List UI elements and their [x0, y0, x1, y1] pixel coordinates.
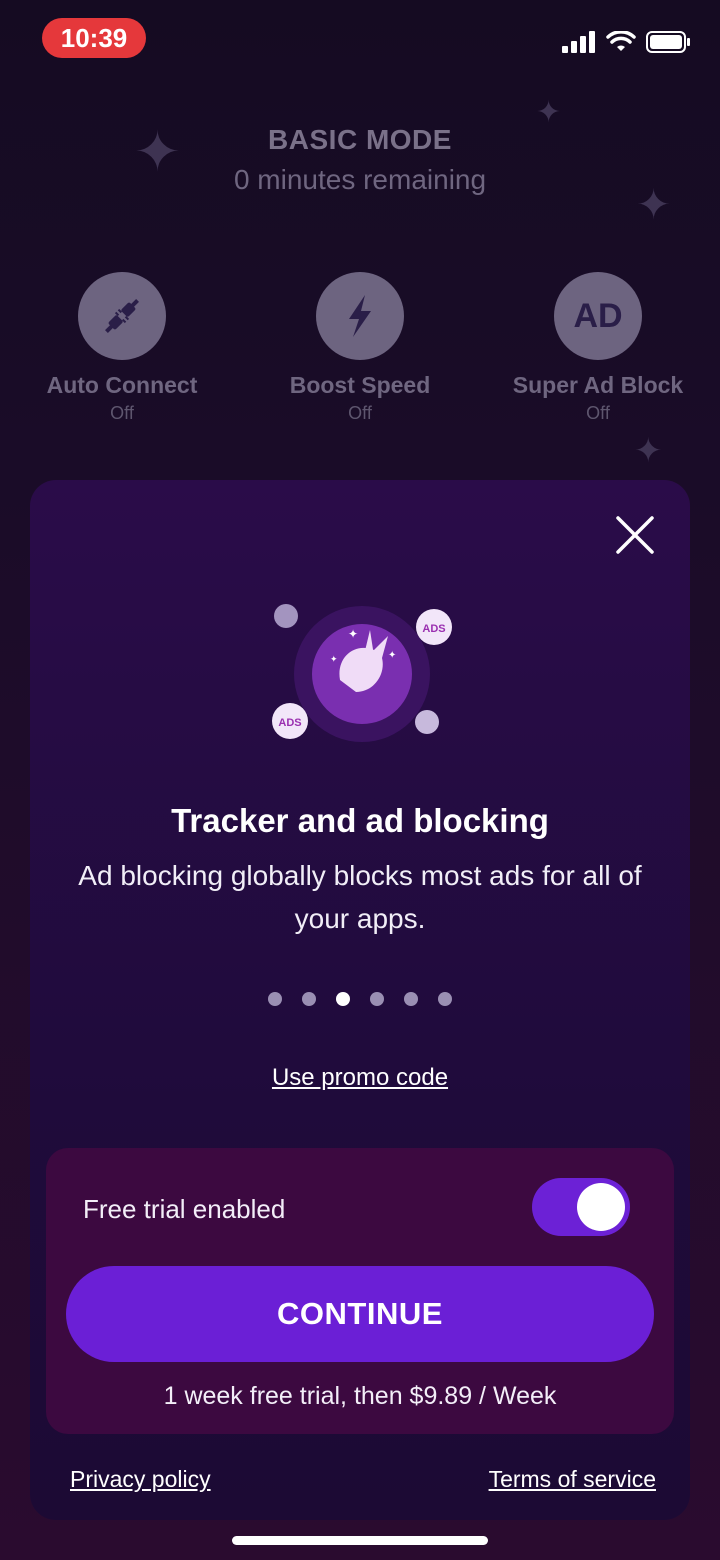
svg-text:✦: ✦	[388, 650, 396, 661]
privacy-policy-link[interactable]: Privacy policy	[70, 1466, 211, 1493]
page-dot[interactable]	[370, 992, 384, 1006]
ad-icon-text: AD	[573, 296, 623, 335]
modal-title: Tracker and ad blocking	[171, 802, 549, 839]
trial-price-info: 1 week free trial, then $9.89 / Week	[163, 1382, 557, 1410]
plug-icon	[78, 272, 166, 360]
ad-icon: AD	[554, 272, 642, 360]
status-icons	[562, 30, 692, 54]
svg-text:✦: ✦	[330, 654, 338, 664]
status-bar: 10:39	[0, 0, 720, 80]
modal-description: Ad blocking globally blocks most ads for…	[78, 860, 642, 934]
status-time: 10:39	[42, 18, 146, 58]
close-icon	[616, 516, 654, 554]
feature-super-ad-block[interactable]: AD Super Ad Block Off	[488, 272, 708, 424]
remaining-time: 0 minutes remaining	[233, 164, 487, 195]
page-dot[interactable]	[268, 992, 282, 1006]
page-dot-active[interactable]	[336, 992, 350, 1006]
toggle-knob	[577, 1183, 625, 1231]
promo-code-link[interactable]: Use promo code	[30, 1064, 690, 1092]
feature-auto-connect[interactable]: Auto Connect Off	[12, 272, 232, 424]
pagination-dots	[30, 992, 690, 1006]
battery-icon	[646, 31, 690, 53]
page-dot[interactable]	[438, 992, 452, 1006]
free-trial-toggle[interactable]	[532, 1178, 630, 1236]
feature-label: Auto Connect	[46, 372, 198, 398]
feature-boost-speed[interactable]: Boost Speed Off	[250, 272, 470, 424]
svg-text:✦: ✦	[348, 627, 358, 641]
page-dot[interactable]	[302, 992, 316, 1006]
page-dot[interactable]	[404, 992, 418, 1006]
sparkle-icon: ✦	[634, 432, 663, 470]
continue-button[interactable]: CONTINUE	[66, 1266, 654, 1362]
mode-title: BASIC MODE	[268, 124, 452, 155]
feature-label: Boost Speed	[289, 372, 431, 398]
feature-label: Super Ad Block	[512, 372, 684, 398]
home-indicator[interactable]	[232, 1536, 488, 1545]
terms-of-service-link[interactable]: Terms of service	[489, 1466, 656, 1493]
lightning-icon	[316, 272, 404, 360]
feature-row: Auto Connect Off Boost Speed Off AD Supe…	[0, 272, 720, 432]
trial-toggle-label: Free trial enabled	[83, 1194, 286, 1224]
wifi-icon	[606, 31, 636, 51]
trial-panel: Free trial enabled CONTINUE 1 week free …	[46, 1148, 674, 1434]
upsell-modal: ✦ ✦ ✦ ADS ADS Tracker and ad blocking Ad…	[30, 480, 690, 1520]
ads-badge: ADS	[278, 717, 301, 729]
feature-state: Off	[110, 403, 134, 423]
ads-badge: ADS	[422, 623, 445, 635]
signal-icon	[562, 31, 595, 53]
close-button[interactable]	[614, 514, 656, 556]
feature-state: Off	[348, 403, 372, 423]
feature-state: Off	[586, 403, 610, 423]
hero-illustration: ✦ ✦ ✦ ADS ADS	[270, 600, 470, 750]
